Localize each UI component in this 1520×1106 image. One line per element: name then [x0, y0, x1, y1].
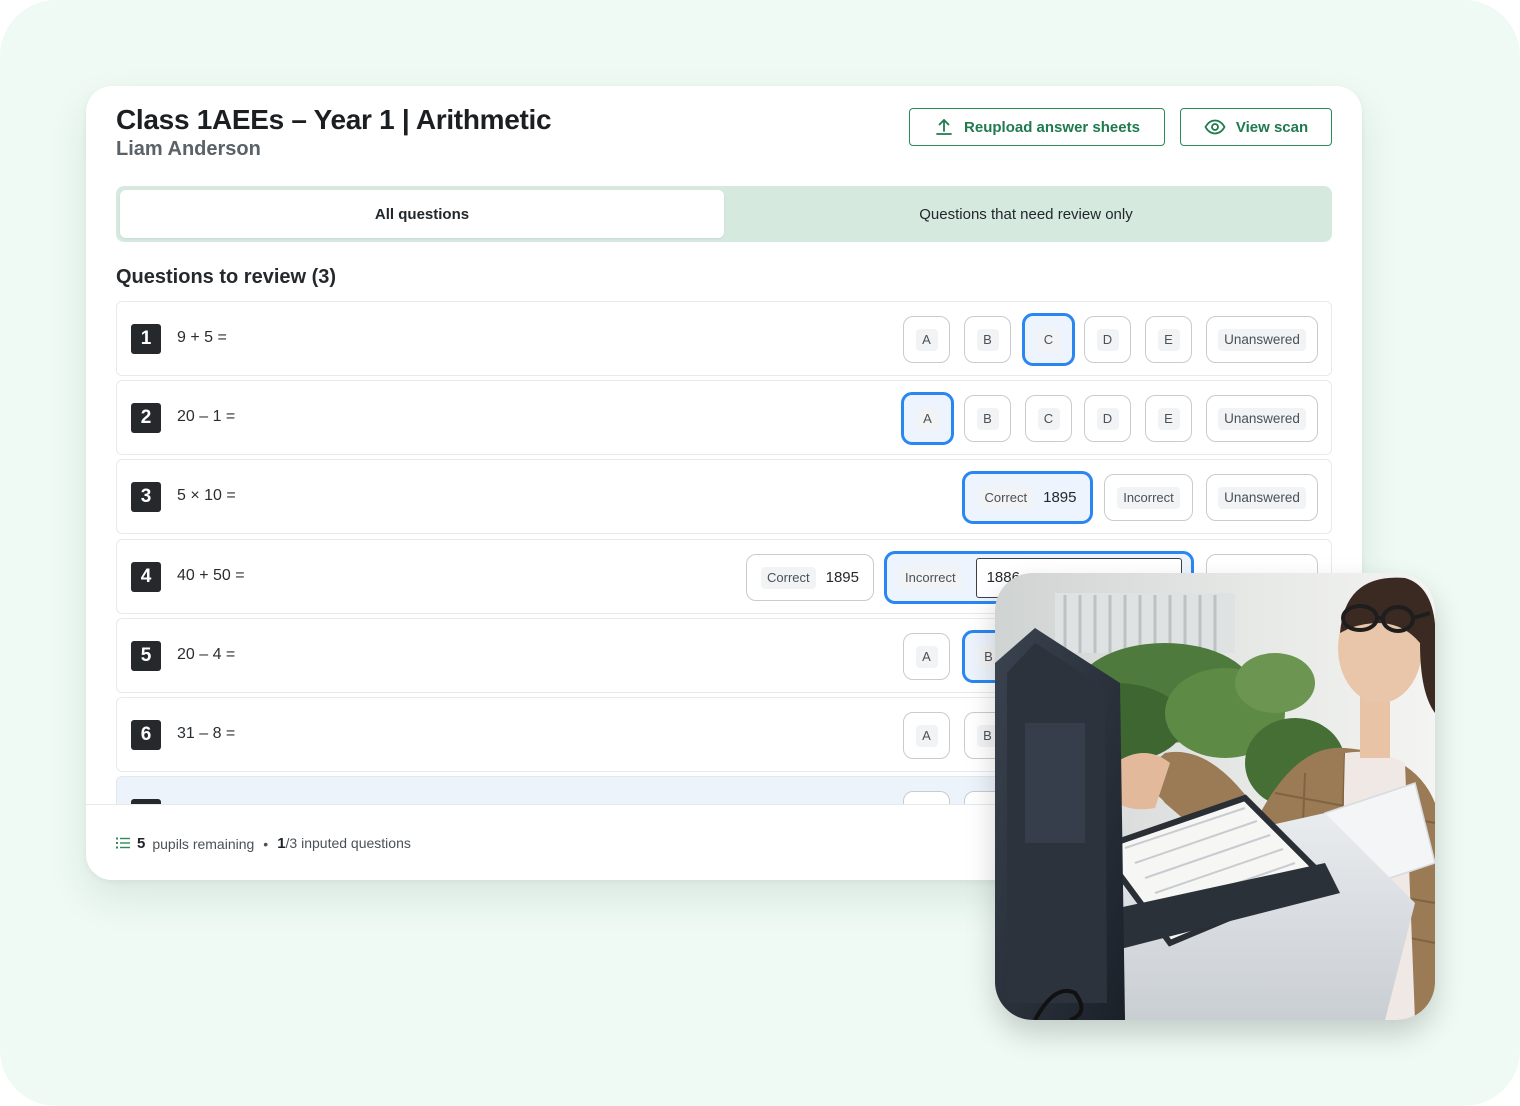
reupload-answer-sheets-button[interactable]: Reupload answer sheets: [909, 108, 1165, 146]
question-text: 20 – 4 =: [177, 646, 236, 663]
option-e[interactable]: E: [1145, 395, 1192, 442]
option-a[interactable]: A: [903, 633, 950, 680]
inputed-questions: 1/3 inputed questions: [277, 835, 411, 852]
question-number: 2: [131, 403, 161, 433]
question-text: 5 × 10 =: [177, 487, 236, 504]
option-d[interactable]: D: [1084, 316, 1131, 363]
option-d[interactable]: D: [1084, 395, 1131, 442]
question-text: 20 – 1 =: [177, 408, 236, 425]
option-a[interactable]: A: [903, 316, 950, 363]
progress-summary: 5 pupils remaining • 1/3 inputed questio…: [116, 835, 411, 852]
tab-review-only[interactable]: Questions that need review only: [724, 190, 1328, 238]
question-row-2: 2 20 – 1 = A B C D E Unanswered: [116, 380, 1332, 455]
scanner-photo: [995, 573, 1435, 1020]
question-row-1: 1 9 + 5 = A B C D E Unanswered: [116, 301, 1332, 376]
option-b[interactable]: B: [964, 316, 1011, 363]
view-scan-label: View scan: [1235, 118, 1309, 136]
eye-icon: [1204, 119, 1226, 135]
view-scan-button[interactable]: View scan: [1180, 108, 1332, 146]
option-b[interactable]: B: [964, 395, 1011, 442]
list-icon: [116, 836, 130, 852]
question-row-3: 3 5 × 10 = Correct 1895 Incorrect Unansw…: [116, 459, 1332, 534]
question-text: 31 – 8 =: [177, 725, 236, 742]
pupils-remaining-count: 5: [137, 835, 146, 852]
option-unanswered[interactable]: Unanswered: [1206, 395, 1318, 442]
option-unanswered[interactable]: Unanswered: [1206, 316, 1318, 363]
question-number: 5: [131, 641, 161, 671]
page-title: Class 1AEEs – Year 1 | Arithmetic: [116, 104, 552, 135]
option-a[interactable]: A: [903, 712, 950, 759]
reupload-label: Reupload answer sheets: [964, 118, 1140, 136]
option-incorrect[interactable]: Incorrect: [1104, 474, 1193, 521]
separator-dot: •: [263, 835, 269, 852]
question-filter-tabs: All questions Questions that need review…: [116, 186, 1332, 242]
question-number: 1: [131, 324, 161, 354]
question-text: 9 + 5 =: [177, 329, 227, 346]
option-correct[interactable]: Correct 1895: [746, 554, 874, 601]
option-c[interactable]: C: [1025, 395, 1072, 442]
option-a[interactable]: A: [901, 392, 954, 445]
option-e[interactable]: E: [1145, 316, 1192, 363]
option-c[interactable]: C: [1022, 313, 1075, 366]
question-number: 6: [131, 720, 161, 750]
section-heading: Questions to review (3): [116, 266, 337, 288]
question-text: 40 + 50 =: [177, 567, 245, 584]
correct-answer-value: 1895: [1043, 489, 1077, 506]
upload-icon: [934, 117, 954, 137]
correct-answer-value: 1895: [825, 569, 859, 586]
tab-all-questions[interactable]: All questions: [120, 190, 724, 238]
option-correct[interactable]: Correct 1895: [962, 471, 1093, 524]
page-background: Class 1AEEs – Year 1 | Arithmetic Liam A…: [0, 0, 1520, 1106]
pupils-remaining-label: pupils remaining: [152, 835, 255, 852]
student-name: Liam Anderson: [116, 138, 261, 160]
question-number: 3: [131, 482, 161, 512]
question-number: 4: [131, 562, 161, 592]
option-unanswered[interactable]: Unanswered: [1206, 474, 1318, 521]
